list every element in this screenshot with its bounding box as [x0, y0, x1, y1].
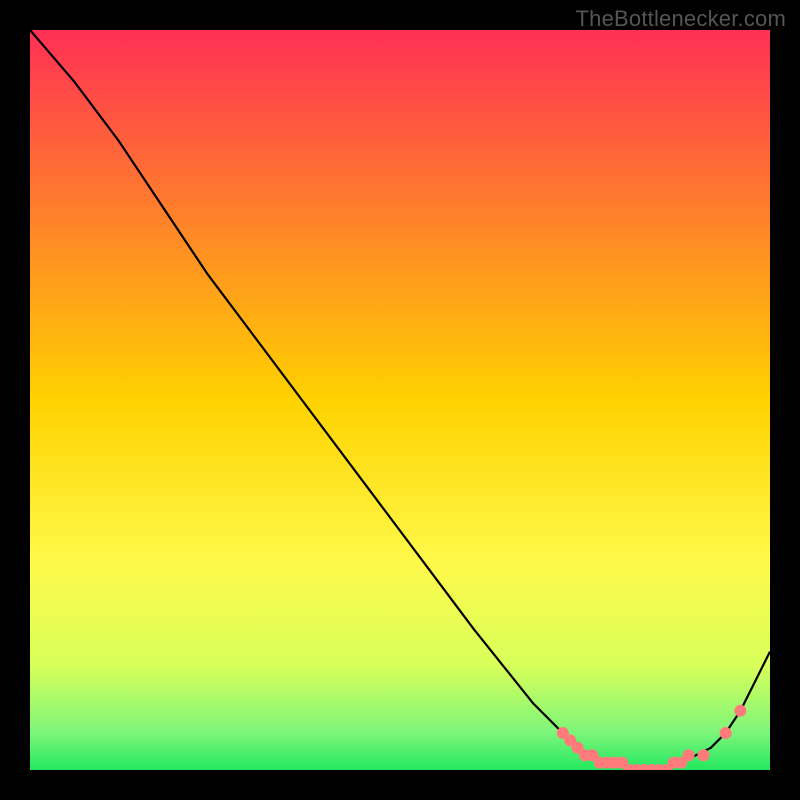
marker-point	[734, 705, 746, 717]
plot-area	[30, 30, 770, 770]
marker-point	[697, 749, 709, 761]
marker-point	[720, 727, 732, 739]
gradient-background	[30, 30, 770, 770]
watermark-text: TheBottlenecker.com	[576, 6, 786, 32]
chart-container: TheBottlenecker.com	[0, 0, 800, 800]
chart-svg	[30, 30, 770, 770]
marker-point	[683, 749, 695, 761]
